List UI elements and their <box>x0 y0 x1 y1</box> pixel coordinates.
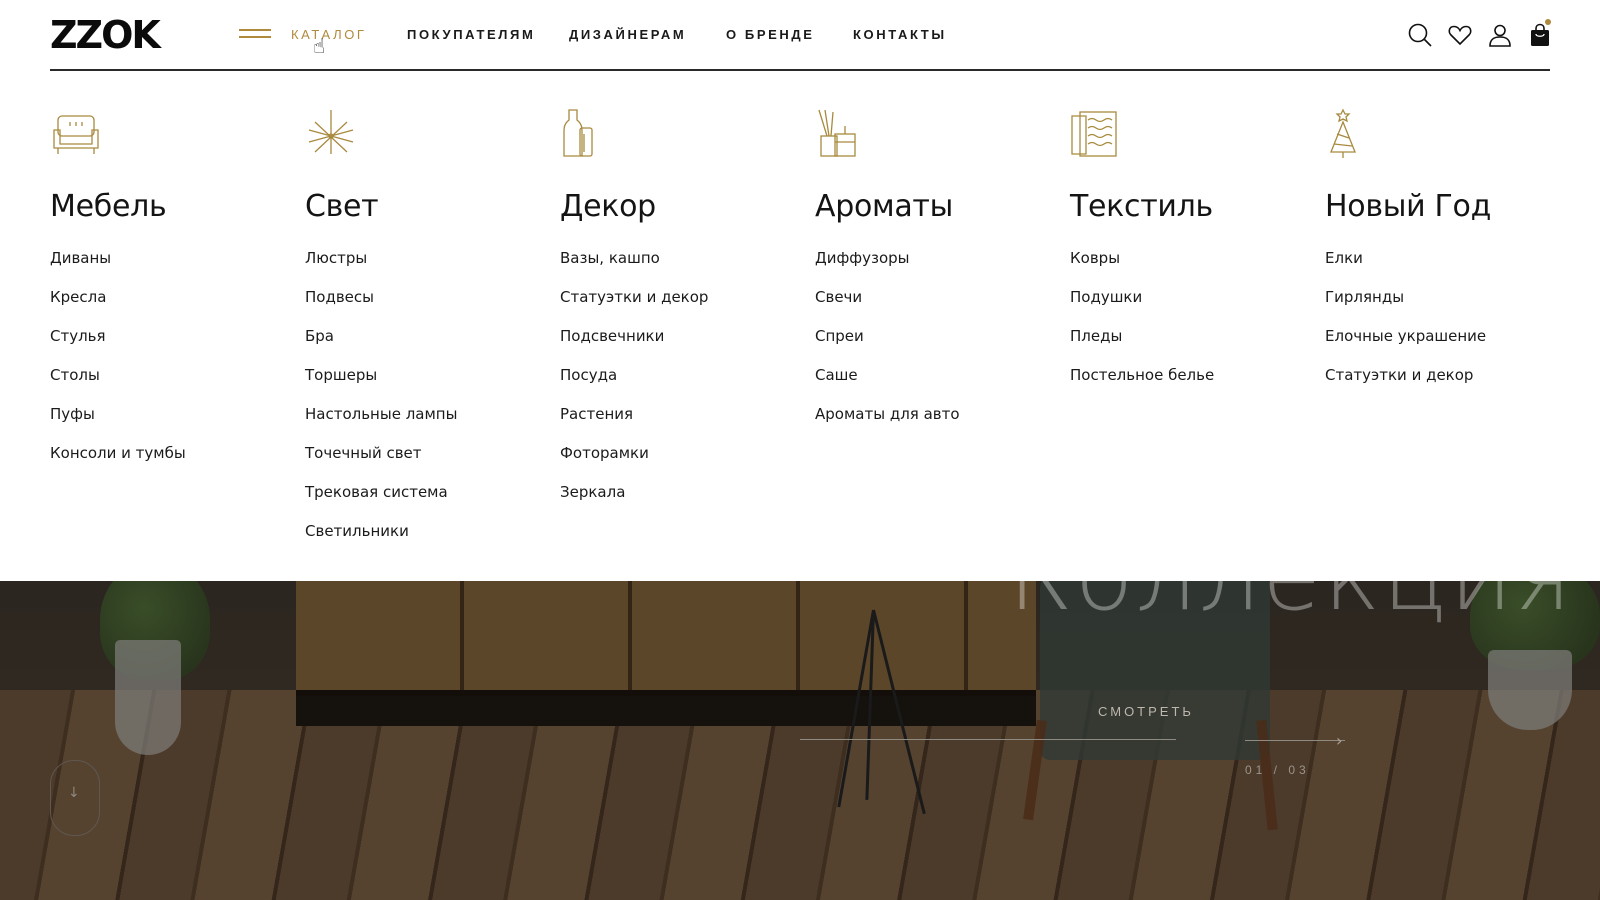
catalog-item[interactable]: Столы <box>50 365 280 404</box>
user-icon[interactable] <box>1487 22 1513 48</box>
catalog-item[interactable]: Торшеры <box>305 365 535 404</box>
catalog-item[interactable]: Светильники <box>305 521 535 560</box>
catalog-item[interactable]: Подушки <box>1070 287 1300 326</box>
catalog-item[interactable]: Консоли и тумбы <box>50 443 280 482</box>
catalog-column-aromas: Ароматы Диффузоры Свечи Спреи Саше Арома… <box>815 108 1045 443</box>
catalog-item[interactable]: Кресла <box>50 287 280 326</box>
cart-badge-dot <box>1545 19 1551 25</box>
heart-icon[interactable] <box>1447 22 1473 48</box>
catalog-item[interactable]: Люстры <box>305 248 535 287</box>
catalog-item[interactable]: Статуэтки и декор <box>1325 365 1555 404</box>
catalog-item[interactable]: Ароматы для авто <box>815 404 1045 443</box>
nav-catalog[interactable]: КАТАЛОГ <box>291 27 367 42</box>
catalog-item[interactable]: Свечи <box>815 287 1045 326</box>
catalog-column-decor: Декор Вазы, кашпо Статуэтки и декор Подс… <box>560 108 790 521</box>
catalog-item[interactable]: Зеркала <box>560 482 790 521</box>
catalog-title-new-year[interactable]: Новый Год <box>1325 188 1555 226</box>
hero-pot-left <box>115 640 181 755</box>
sofa-icon <box>53 115 99 154</box>
catalog-column-lighting: Свет Люстры Подвесы Бра Торшеры Настольн… <box>305 108 535 560</box>
catalog-item[interactable]: Растения <box>560 404 790 443</box>
nav-about-brand[interactable]: О БРЕНДЕ <box>726 27 815 42</box>
catalog-title-aromas[interactable]: Ароматы <box>815 188 1045 226</box>
catalog-item[interactable]: Диваны <box>50 248 280 287</box>
catalog-item[interactable]: Пледы <box>1070 326 1300 365</box>
menu-burger-icon[interactable] <box>239 29 271 38</box>
logo[interactable]: ZZOK <box>50 14 161 56</box>
search-icon[interactable] <box>1407 22 1433 48</box>
catalog-item[interactable]: Вазы, кашпо <box>560 248 790 287</box>
catalog-item[interactable]: Диффузоры <box>815 248 1045 287</box>
catalog-item[interactable]: Подсвечники <box>560 326 790 365</box>
scroll-down-button[interactable]: ↓ <box>50 760 100 836</box>
catalog-column-furniture: Мебель Диваны Кресла Стулья Столы Пуфы К… <box>50 108 280 482</box>
hand-cursor-icon: ☝ <box>313 34 326 58</box>
catalog-column-new-year: Новый Год Елки Гирлянды Елочные украшени… <box>1325 108 1555 404</box>
catalog-item[interactable]: Саше <box>815 365 1045 404</box>
catalog-item[interactable]: Трековая система <box>305 482 535 521</box>
catalog-title-lighting[interactable]: Свет <box>305 188 535 226</box>
catalog-item[interactable]: Пуфы <box>50 404 280 443</box>
catalog-item[interactable]: Бра <box>305 326 535 365</box>
chandelier-icon <box>308 110 354 154</box>
catalog-item[interactable]: Елочные украшение <box>1325 326 1555 365</box>
catalog-item[interactable]: Гирлянды <box>1325 287 1555 326</box>
christmas-tree-icon <box>1330 108 1356 158</box>
slider-progress-line <box>1245 740 1345 741</box>
catalog-item[interactable]: Точечный свет <box>305 443 535 482</box>
slider-counter: 01 / 03 <box>1245 763 1310 777</box>
catalog-item[interactable]: Подвесы <box>305 287 535 326</box>
catalog-item[interactable]: Елки <box>1325 248 1555 287</box>
catalog-item[interactable]: Посуда <box>560 365 790 404</box>
hero-pot-right <box>1488 650 1572 730</box>
nav-buyers[interactable]: ПОКУПАТЕЛЯМ <box>407 27 535 42</box>
hero-cabinet-base <box>296 696 1036 726</box>
diffuser-icon <box>818 109 856 157</box>
catalog-item[interactable]: Стулья <box>50 326 280 365</box>
catalog-item[interactable]: Настольные лампы <box>305 404 535 443</box>
catalog-item[interactable]: Спреи <box>815 326 1045 365</box>
vase-icon <box>563 109 593 157</box>
catalog-item[interactable]: Фоторамки <box>560 443 790 482</box>
catalog-item[interactable]: Ковры <box>1070 248 1300 287</box>
header-divider <box>50 69 1550 71</box>
textile-icon <box>1071 111 1117 157</box>
catalog-title-decor[interactable]: Декор <box>560 188 790 226</box>
catalog-item[interactable]: Постельное белье <box>1070 365 1300 404</box>
catalog-column-textile: Текстиль Ковры Подушки Пледы Постельное … <box>1070 108 1300 404</box>
catalog-dropdown-panel: ZZOK КАТАЛОГ ПОКУПАТЕЛЯМ ДИЗАЙНЕРАМ О БР… <box>0 0 1600 581</box>
arrow-down-icon: ↓ <box>68 785 80 801</box>
catalog-title-furniture[interactable]: Мебель <box>50 188 280 226</box>
catalog-title-textile[interactable]: Текстиль <box>1070 188 1300 226</box>
hero-cta-underline <box>800 739 1176 740</box>
catalog-item[interactable]: Статуэтки и декор <box>560 287 790 326</box>
hero-cta-link[interactable]: СМОТРЕТЬ <box>1098 704 1194 719</box>
nav-contacts[interactable]: КОНТАКТЫ <box>853 27 947 42</box>
cart-icon[interactable] <box>1527 22 1553 48</box>
slider-next-arrow-icon[interactable]: › <box>1336 731 1342 750</box>
nav-designers[interactable]: ДИЗАЙНЕРАМ <box>569 27 686 42</box>
